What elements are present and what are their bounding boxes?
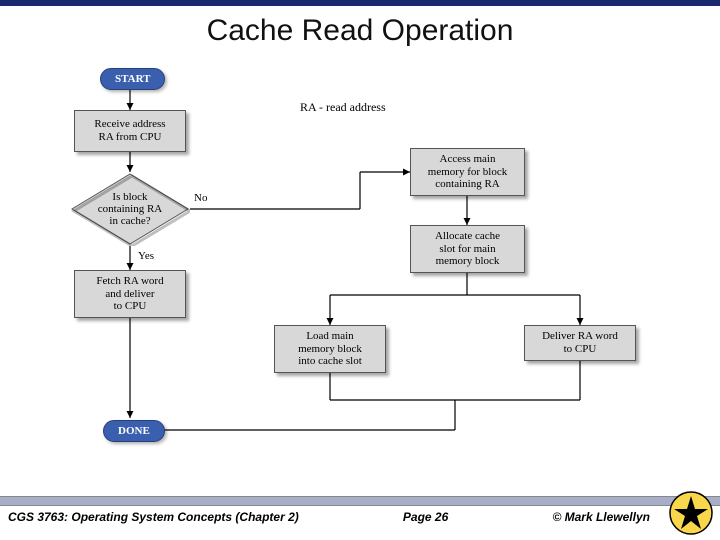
ra-note: RA - read address [300,100,386,115]
no-label: No [194,192,207,204]
footer-band [0,496,720,506]
yes-label: Yes [138,250,154,262]
receive-box: Receive address RA from CPU [74,110,186,152]
flowchart: START Receive address RA from CPU Is blo… [40,60,680,480]
access-box: Access main memory for block containing … [410,148,525,196]
footer-page: Page 26 [403,510,448,524]
top-border [0,0,720,6]
deliver-box: Deliver RA word to CPU [524,325,636,361]
load-box: Load main memory block into cache slot [274,325,386,373]
allocate-box: Allocate cache slot for main memory bloc… [410,225,525,273]
footer-credit: © Mark Llewellyn [552,510,650,524]
decision-text: Is block containing RA in cache? [70,172,190,246]
ucf-logo-icon [668,490,714,536]
done-node: DONE [103,420,165,442]
footer-course: CGS 3763: Operating System Concepts (Cha… [8,510,299,524]
decision-diamond: Is block containing RA in cache? [70,172,190,246]
start-node: START [100,68,165,90]
footer: CGS 3763: Operating System Concepts (Cha… [0,496,720,540]
fetch-box: Fetch RA word and deliver to CPU [74,270,186,318]
slide-title: Cache Read Operation [0,14,720,48]
